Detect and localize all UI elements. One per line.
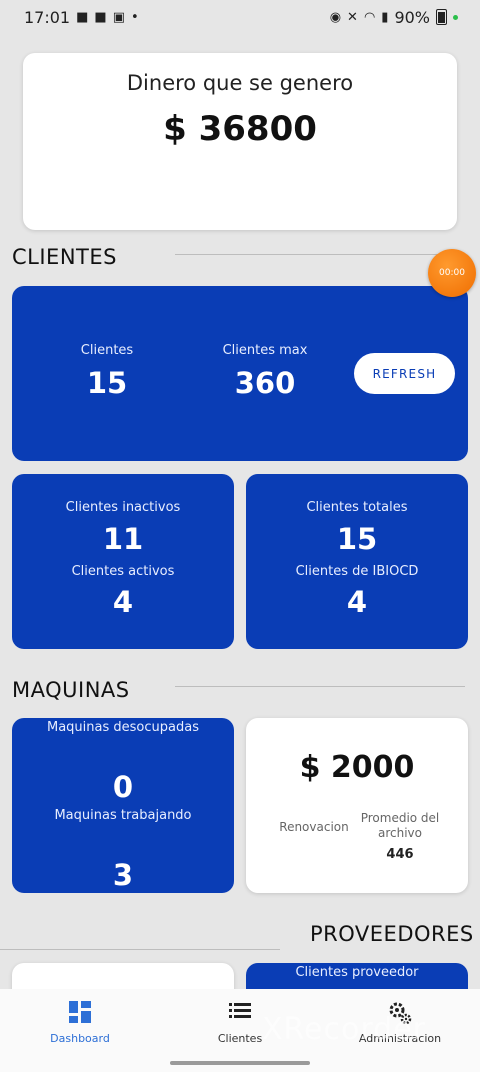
- clientes-activos-label: Clientes activos: [71, 564, 175, 579]
- clientes-inactivos-value: 11: [102, 522, 144, 556]
- section-divider: [0, 949, 280, 950]
- recording-timer-bubble[interactable]: 00:00: [428, 249, 476, 297]
- promedio-label: Promedio del archivo: [360, 811, 440, 840]
- clientes-section-title: CLIENTES: [12, 245, 117, 269]
- nav-item-dashboard[interactable]: Dashboard: [0, 989, 160, 1049]
- recording-dot-icon: [453, 14, 458, 20]
- renovacion-label: Renovacion: [279, 820, 349, 834]
- video-camera-icon: ■: [76, 9, 89, 25]
- watermark: XRecorder: [262, 1012, 426, 1047]
- home-indicator[interactable]: [170, 1061, 310, 1065]
- section-divider: [175, 254, 465, 255]
- clientes-totales-value: 15: [336, 522, 378, 556]
- maquinas-desocupadas-label: Maquinas desocupadas: [47, 720, 199, 735]
- video-camera-icon: ■: [94, 9, 107, 25]
- dot-icon: •: [131, 9, 139, 25]
- clientes-inactivos-label: Clientes inactivos: [65, 500, 181, 515]
- battery-icon: [436, 9, 447, 25]
- status-time: 17:01: [24, 7, 71, 27]
- promedio-value: 446: [386, 847, 414, 862]
- wifi-icon: ◠: [363, 9, 376, 25]
- clientes-max-value: 360: [234, 366, 296, 400]
- section-divider: [175, 686, 465, 687]
- mute-icon: ✕: [347, 9, 358, 25]
- battery-percent: 90%: [394, 7, 430, 27]
- clientes-proveedor-label: Clientes proveedor: [295, 965, 419, 980]
- proveedores-section-title: PROVEEDORES: [310, 922, 474, 946]
- maquinas-desocupadas-value: 0: [112, 770, 134, 804]
- maquinas-section-title: MAQUINAS: [12, 678, 130, 702]
- clientes-value: 15: [86, 366, 128, 400]
- clientes-totales-label: Clientes totales: [306, 500, 408, 515]
- clientes-inactivos-card: Clientes inactivos 11 Clientes activos 4: [12, 474, 234, 649]
- renovacion-amount: $ 2000: [299, 750, 415, 785]
- maquinas-trabajando-label: Maquinas trabajando: [54, 808, 192, 823]
- clientes-max-label: Clientes max: [222, 343, 308, 358]
- image-icon: ▣: [112, 9, 125, 25]
- alarm-icon: ◉: [329, 9, 342, 25]
- clientes-ibiocd-label: Clientes de IBIOCD: [295, 564, 419, 579]
- refresh-button[interactable]: REFRESH: [354, 353, 455, 394]
- clientes-activos-value: 4: [112, 585, 134, 619]
- dashboard-icon: [0, 1001, 160, 1023]
- money-card: Dinero que se genero $ 36800: [23, 53, 457, 230]
- clientes-totales-card: Clientes totales 15 Clientes de IBIOCD 4: [246, 474, 468, 649]
- money-value: $ 36800: [163, 109, 317, 149]
- status-bar: 17:01 ■ ■ ▣ • ◉ ✕ ◠ ▮ 90%: [0, 0, 480, 34]
- renovacion-card: $ 2000 Renovacion Promedio del archivo 4…: [246, 718, 468, 893]
- maquinas-card: Maquinas desocupadas 0 Maquinas trabajan…: [12, 718, 234, 893]
- signal-icon: ▮: [381, 9, 389, 25]
- nav-label-dashboard: Dashboard: [50, 1032, 110, 1045]
- clientes-ibiocd-value: 4: [346, 585, 368, 619]
- money-title: Dinero que se genero: [126, 71, 354, 95]
- maquinas-trabajando-value: 3: [112, 858, 134, 892]
- clientes-label: Clientes: [80, 343, 134, 358]
